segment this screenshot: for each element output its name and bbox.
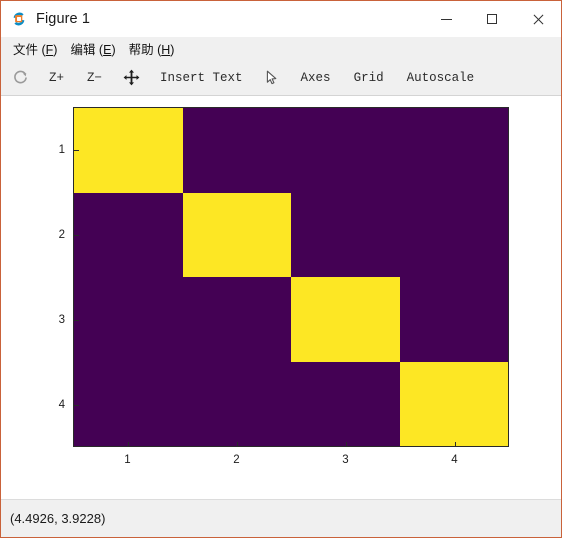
menu-label-tail: ) xyxy=(53,42,58,57)
menu-bar: 文件 (F) 编辑 (E) 帮助 (H) xyxy=(1,37,561,60)
x-axis-tick-label: 3 xyxy=(342,454,349,466)
window-controls xyxy=(423,1,561,37)
heatmap-cell xyxy=(74,277,183,362)
y-axis-tick-label: 3 xyxy=(58,313,65,326)
menu-label: 编辑 ( xyxy=(70,42,104,57)
toolbar-item-label: Z− xyxy=(87,70,103,85)
cursor-coordinates: (4.4926, 3.9228) xyxy=(10,511,106,526)
toolbar-item-label: Autoscale xyxy=(406,70,475,85)
x-axis-tick-label: 1 xyxy=(124,454,131,466)
minimize-icon xyxy=(440,18,452,20)
heatmap-cell xyxy=(182,361,291,446)
toolbar-item-label: Axes xyxy=(300,70,331,85)
heatmap-cell xyxy=(182,192,291,277)
cursor-arrow-icon xyxy=(259,69,285,86)
menu-help[interactable]: 帮助 (H) xyxy=(124,37,183,61)
heatmap-cell xyxy=(399,192,508,277)
menu-label: 帮助 ( xyxy=(128,42,162,57)
plot-axes[interactable] xyxy=(73,107,509,447)
close-icon xyxy=(532,13,544,25)
heatmap-cell xyxy=(291,361,400,446)
grid-button[interactable]: Grid xyxy=(347,64,391,92)
insert-text-button[interactable]: Insert Text xyxy=(153,64,250,92)
heatmap-cell xyxy=(291,192,400,277)
reset-view-button[interactable] xyxy=(7,64,33,92)
heatmap-cell xyxy=(399,108,508,193)
heatmap-cell xyxy=(399,361,508,446)
y-axis-tick-mark xyxy=(74,404,79,406)
heatmap-cell xyxy=(182,277,291,362)
menu-file[interactable]: 文件 (F) xyxy=(8,37,65,61)
y-axis-tick-label: 4 xyxy=(58,398,65,411)
y-axis-tick-mark xyxy=(74,234,79,236)
figure-window: Figure 1 文件 (F) 编辑 (E) 帮助 (H) Z+ Z− Insert T… xyxy=(0,0,562,538)
toolbar-item-label: Grid xyxy=(353,70,384,85)
heatmap-cell xyxy=(74,108,183,193)
heatmap-cell xyxy=(291,108,400,193)
figure-canvas[interactable]: 1 2 3 4 1 2 3 4 xyxy=(1,96,561,499)
toolbar-item-label: Insert Text xyxy=(160,70,243,85)
menu-label-tail: ) xyxy=(170,42,175,57)
title-bar: Figure 1 xyxy=(1,1,561,37)
circular-arrow-icon xyxy=(7,69,33,86)
y-axis-tick-mark xyxy=(74,149,79,151)
x-axis-tick-mark xyxy=(454,442,456,447)
menu-label: 文件 ( xyxy=(13,42,46,57)
maximize-icon xyxy=(487,14,497,24)
window-title: Figure 1 xyxy=(36,11,90,27)
heatmap-cell xyxy=(74,192,183,277)
status-bar: (4.4926, 3.9228) xyxy=(1,499,561,537)
menu-label-tail: ) xyxy=(111,42,116,57)
x-axis-tick-mark xyxy=(345,442,347,447)
minimize-button[interactable] xyxy=(423,1,469,37)
pan-button[interactable] xyxy=(118,64,144,92)
heatmap-cell xyxy=(182,108,291,193)
toolbar-item-label: Z+ xyxy=(49,70,65,85)
octave-logo-icon xyxy=(10,10,28,28)
axes-button[interactable]: Axes xyxy=(294,64,338,92)
x-axis-tick-label: 4 xyxy=(451,454,458,466)
y-axis-tick-label: 2 xyxy=(58,228,65,241)
close-button[interactable] xyxy=(515,1,561,37)
zoom-out-button[interactable]: Z− xyxy=(80,64,109,92)
x-axis-tick-label: 2 xyxy=(233,454,240,466)
menu-accelerator: H xyxy=(161,42,171,57)
autoscale-button[interactable]: Autoscale xyxy=(400,64,482,92)
move-cross-icon xyxy=(118,69,144,86)
select-button[interactable] xyxy=(259,64,285,92)
zoom-in-button[interactable]: Z+ xyxy=(42,64,71,92)
heatmap-cell xyxy=(291,277,400,362)
heatmap-cell xyxy=(399,277,508,362)
heatmap-cell xyxy=(74,361,183,446)
x-axis-tick-mark xyxy=(236,442,238,447)
heatmap-grid xyxy=(74,108,508,446)
menu-edit[interactable]: 编辑 (E) xyxy=(65,37,123,61)
maximize-button[interactable] xyxy=(469,1,515,37)
toolbar: Z+ Z− Insert Text Axes Grid Autoscale xyxy=(1,60,561,96)
y-axis-tick-label: 1 xyxy=(58,143,65,156)
y-axis-tick-mark xyxy=(74,319,79,321)
x-axis-tick-mark xyxy=(127,442,129,447)
